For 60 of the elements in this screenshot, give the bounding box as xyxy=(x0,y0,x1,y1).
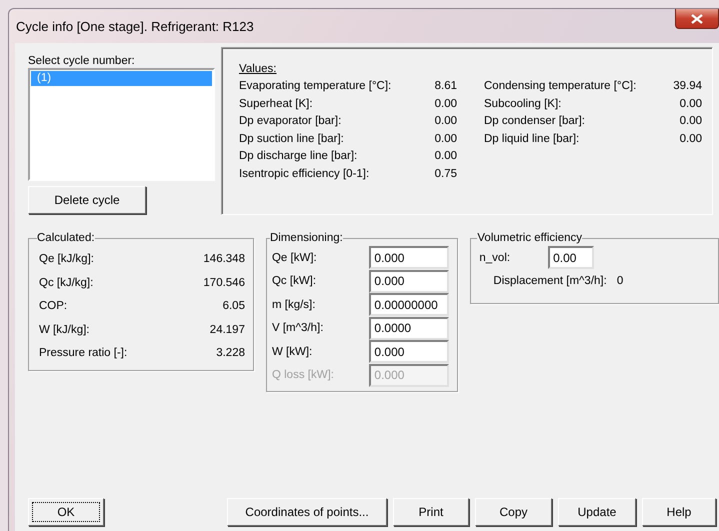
value-text: 0.75 xyxy=(434,166,457,182)
panel-title: Values: xyxy=(239,62,278,77)
ok-button[interactable]: OK xyxy=(28,498,104,526)
input-field[interactable]: 0.000 xyxy=(369,270,450,293)
value-text: 0.00 xyxy=(680,132,702,146)
window-title: Cycle info [One stage]. Refrigerant: R123 xyxy=(16,18,254,34)
close-icon xyxy=(691,14,703,24)
result-label: Pressure ratio [-]: xyxy=(39,346,128,361)
input-field[interactable]: 0.000 xyxy=(369,246,450,270)
result-label: Qc [kJ/kg]: xyxy=(39,276,94,290)
value-text: 39.94 xyxy=(673,79,702,94)
value-label: Dp condenser [bar]: xyxy=(484,114,586,129)
input-field[interactable]: 0.00000000 xyxy=(369,293,450,316)
input-field[interactable]: 0.0000 xyxy=(369,316,450,340)
value-text: 0.00 xyxy=(434,114,457,129)
list-label: Select cycle number: xyxy=(28,55,136,67)
value-label: Dp suction line [bar]: xyxy=(239,132,344,146)
close-button[interactable] xyxy=(675,9,719,29)
value-label: Condensing temperature [°C]: xyxy=(484,79,636,94)
dialog-button[interactable]: Copy xyxy=(475,498,552,526)
value-label: Dp liquid line [bar]: xyxy=(484,132,580,146)
group-title: Dimensioning: xyxy=(270,232,343,244)
field-label: W [kW]: xyxy=(272,346,312,358)
dialog-button[interactable]: Print xyxy=(393,498,469,526)
result-label: COP: xyxy=(39,299,68,314)
result-value: 3.228 xyxy=(216,346,245,361)
group-title: Calculated: xyxy=(37,232,95,244)
field-label: m [kg/s]: xyxy=(272,298,316,311)
value-text: 0.00 xyxy=(434,96,457,112)
dialog-button[interactable]: Update xyxy=(558,498,636,526)
value-label: Isentropic efficiency [0-1]: xyxy=(239,166,370,182)
result-label: W [kJ/kg]: xyxy=(39,322,90,338)
value-label: Dp discharge line [bar]: xyxy=(239,149,358,164)
value-label: Evaporating temperature [°C]: xyxy=(239,79,392,94)
input-field[interactable]: 0.00 xyxy=(548,246,594,270)
group-title: Volumetric efficiency xyxy=(477,232,582,244)
value-label: Subcooling [K]: xyxy=(484,96,562,112)
result-value: 24.197 xyxy=(210,322,245,338)
input-field[interactable]: 0.000 xyxy=(369,340,450,364)
delete-button[interactable]: Delete cycle xyxy=(28,186,146,214)
value-label: Dp evaporator [bar]: xyxy=(239,114,342,129)
value-text: 8.61 xyxy=(434,79,457,94)
value-text: 0.00 xyxy=(434,132,457,146)
field-label: Qc [kW]: xyxy=(272,275,316,288)
result-value: 146.348 xyxy=(203,252,245,267)
dialog-button[interactable]: Help xyxy=(642,498,716,526)
value-text: 0.00 xyxy=(680,96,702,112)
result-label: Qe [kJ/kg]: xyxy=(39,252,94,267)
value-text: 0.00 xyxy=(680,114,702,129)
field-label: Qe [kW]: xyxy=(272,252,317,264)
displacement-value: 0 xyxy=(616,274,624,288)
value-text: 0.00 xyxy=(434,149,457,164)
displacement-label: Displacement [m^3/h]: xyxy=(493,274,607,288)
value-label: Superheat [K]: xyxy=(239,96,313,112)
result-value: 6.05 xyxy=(222,299,245,314)
field-label: n_vol: xyxy=(479,252,510,264)
field-label: Q loss [kW]: xyxy=(272,369,334,382)
field-label: V [m^3/h]: xyxy=(272,322,324,334)
result-value: 170.546 xyxy=(203,276,245,290)
dialog-button[interactable]: Coordinates of points... xyxy=(227,498,387,526)
